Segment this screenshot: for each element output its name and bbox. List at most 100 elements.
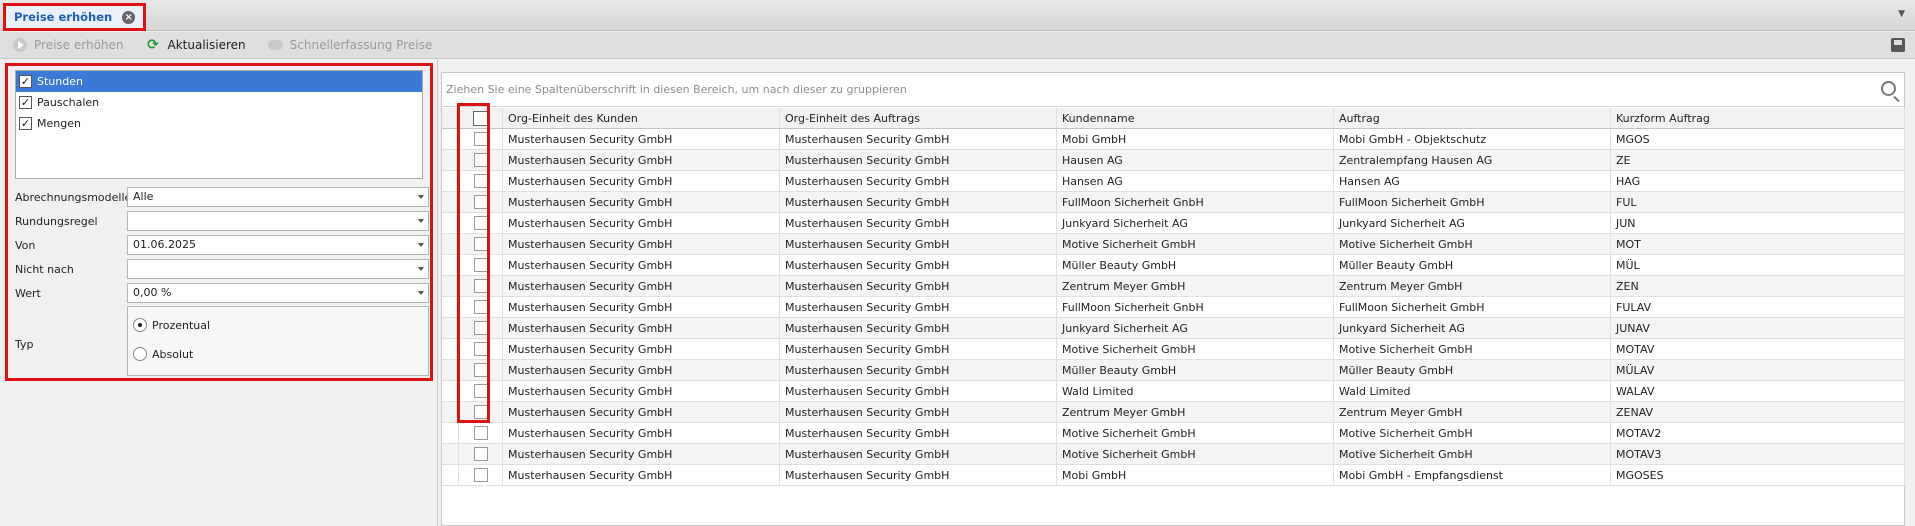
radio-prozentual-circle[interactable] <box>133 318 147 332</box>
save-icon[interactable] <box>1891 38 1905 52</box>
row-select-cell[interactable] <box>459 213 503 233</box>
table-row[interactable]: Musterhausen Security GmbH Musterhausen S… <box>442 360 1905 381</box>
table-row[interactable]: Musterhausen Security GmbH Musterhausen S… <box>442 192 1905 213</box>
table-row[interactable]: Musterhausen Security GmbH Musterhausen S… <box>442 339 1905 360</box>
row-select-cell[interactable] <box>459 129 503 149</box>
row-checkbox[interactable] <box>473 363 488 377</box>
table-row[interactable]: Musterhausen Security GmbH Musterhausen S… <box>442 318 1905 339</box>
row-indicator[interactable] <box>442 360 459 380</box>
row-indicator[interactable] <box>442 318 459 338</box>
row-indicator[interactable] <box>442 255 459 275</box>
row-indicator[interactable] <box>442 339 459 359</box>
row-checkbox[interactable] <box>473 279 488 293</box>
row-select-cell[interactable] <box>459 360 503 380</box>
row-checkbox[interactable] <box>473 384 488 398</box>
table-row[interactable]: Musterhausen Security GmbH Musterhausen S… <box>442 402 1905 423</box>
chevron-down-icon[interactable] <box>418 291 424 295</box>
checklist-item[interactable]: ✓ Stunden <box>16 71 422 92</box>
row-indicator[interactable] <box>442 423 459 443</box>
search-icon[interactable] <box>1881 81 1896 96</box>
row-indicator[interactable] <box>442 402 459 422</box>
row-indicator[interactable] <box>442 465 459 485</box>
row-checkbox[interactable] <box>473 447 488 461</box>
wert-spinner[interactable]: 0,00 % <box>127 283 429 303</box>
tab-preise-erhoehen[interactable]: Preise erhöhen × <box>3 3 147 31</box>
abrechnungsmodelle-dropdown[interactable]: Alle <box>127 187 429 207</box>
close-icon[interactable]: × <box>122 10 136 24</box>
column-header[interactable]: Auftrag <box>1334 108 1611 128</box>
chevron-down-icon[interactable] <box>418 195 424 199</box>
column-header[interactable]: Kundenname <box>1057 108 1334 128</box>
column-header[interactable]: Org-Einheit des Kunden <box>503 108 780 128</box>
row-select-cell[interactable] <box>459 192 503 212</box>
column-header[interactable]: Kurzform Auftrag <box>1611 108 1905 128</box>
row-select-cell[interactable] <box>459 297 503 317</box>
table-row[interactable]: Musterhausen Security GmbH Musterhausen S… <box>442 444 1905 465</box>
row-select-cell[interactable] <box>459 255 503 275</box>
row-checkbox[interactable] <box>473 426 488 440</box>
row-checkbox[interactable] <box>473 468 488 482</box>
table-row[interactable]: Musterhausen Security GmbH Musterhausen S… <box>442 129 1905 150</box>
select-all-cell[interactable] <box>459 108 503 128</box>
row-select-cell[interactable] <box>459 234 503 254</box>
row-checkbox[interactable] <box>473 216 488 230</box>
row-checkbox[interactable] <box>473 153 488 167</box>
table-row[interactable]: Musterhausen Security GmbH Musterhausen S… <box>442 423 1905 444</box>
row-indicator[interactable] <box>442 381 459 401</box>
chevron-down-icon[interactable] <box>418 243 424 247</box>
row-checkbox[interactable] <box>473 132 488 146</box>
row-checkbox[interactable] <box>473 321 488 335</box>
checkbox[interactable]: ✓ <box>19 117 32 130</box>
radio-absolut-circle[interactable] <box>133 347 147 361</box>
row-checkbox[interactable] <box>473 300 488 314</box>
row-select-cell[interactable] <box>459 465 503 485</box>
raise-prices-button[interactable]: Preise erhöhen <box>12 38 124 53</box>
row-select-cell[interactable] <box>459 444 503 464</box>
table-row[interactable]: Musterhausen Security GmbH Musterhausen S… <box>442 276 1905 297</box>
table-row[interactable]: Musterhausen Security GmbH Musterhausen S… <box>442 381 1905 402</box>
group-by-panel[interactable]: Ziehen Sie eine Spaltenüberschrift in di… <box>442 73 1904 107</box>
row-checkbox[interactable] <box>473 195 488 209</box>
select-all-checkbox[interactable] <box>473 110 488 126</box>
row-checkbox[interactable] <box>473 405 488 419</box>
table-row[interactable]: Musterhausen Security GmbH Musterhausen S… <box>442 297 1905 318</box>
checkbox[interactable]: ✓ <box>19 75 32 88</box>
table-row[interactable]: Musterhausen Security GmbH Musterhausen S… <box>442 150 1905 171</box>
row-select-cell[interactable] <box>459 339 503 359</box>
row-indicator[interactable] <box>442 150 459 170</box>
table-row[interactable]: Musterhausen Security GmbH Musterhausen S… <box>442 465 1905 486</box>
row-indicator[interactable] <box>442 171 459 191</box>
chevron-down-icon[interactable]: ▼ <box>1898 9 1905 19</box>
row-indicator[interactable] <box>442 276 459 296</box>
radio-prozentual[interactable]: Prozentual <box>133 316 210 334</box>
refresh-button[interactable]: ⟳ Aktualisieren <box>146 37 246 53</box>
quick-entry-prices-button[interactable]: Schnellerfassung Preise <box>267 38 432 53</box>
row-select-cell[interactable] <box>459 171 503 191</box>
row-checkbox[interactable] <box>473 342 488 356</box>
checkbox[interactable]: ✓ <box>19 96 32 109</box>
von-date-field[interactable]: 01.06.2025 <box>127 235 429 255</box>
row-indicator[interactable] <box>442 297 459 317</box>
checklist-item[interactable]: ✓ Mengen <box>16 113 422 134</box>
row-checkbox[interactable] <box>473 237 488 251</box>
row-checkbox[interactable] <box>473 258 488 272</box>
table-row[interactable]: Musterhausen Security GmbH Musterhausen S… <box>442 171 1905 192</box>
table-row[interactable]: Musterhausen Security GmbH Musterhausen S… <box>442 213 1905 234</box>
table-row[interactable]: Musterhausen Security GmbH Musterhausen S… <box>442 234 1905 255</box>
column-header[interactable]: Org-Einheit des Auftrags <box>780 108 1057 128</box>
row-select-cell[interactable] <box>459 381 503 401</box>
row-indicator[interactable] <box>442 213 459 233</box>
row-select-cell[interactable] <box>459 318 503 338</box>
row-select-cell[interactable] <box>459 423 503 443</box>
chevron-down-icon[interactable] <box>418 267 424 271</box>
row-checkbox[interactable] <box>473 174 488 188</box>
row-indicator[interactable] <box>442 129 459 149</box>
row-indicator[interactable] <box>442 444 459 464</box>
row-indicator[interactable] <box>442 192 459 212</box>
chevron-down-icon[interactable] <box>418 219 424 223</box>
checklist-item[interactable]: ✓ Pauschalen <box>16 92 422 113</box>
table-row[interactable]: Musterhausen Security GmbH Musterhausen S… <box>442 255 1905 276</box>
row-select-cell[interactable] <box>459 402 503 422</box>
row-indicator[interactable] <box>442 234 459 254</box>
row-select-cell[interactable] <box>459 276 503 296</box>
